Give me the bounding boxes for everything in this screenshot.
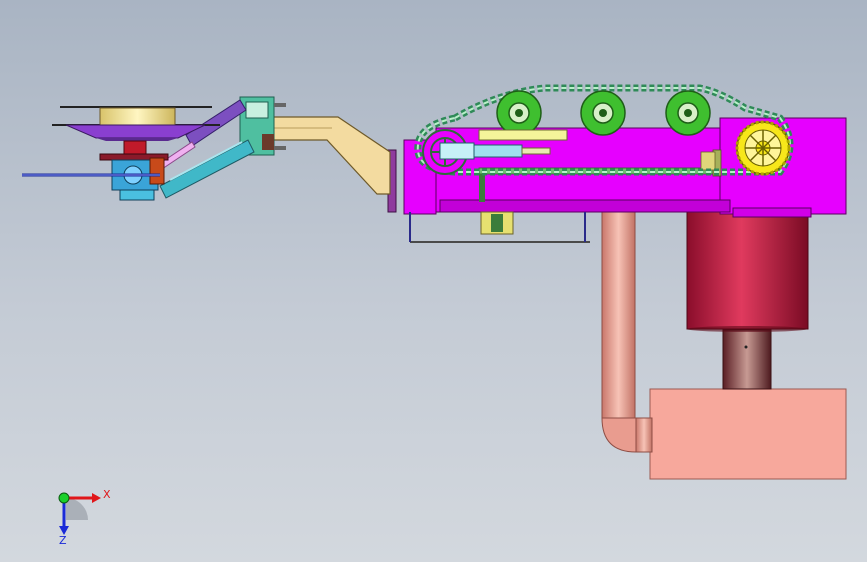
roller-wheel-3 <box>665 90 711 136</box>
motor-shaft <box>722 329 772 390</box>
motor-box <box>649 388 847 480</box>
track-rollers <box>496 90 711 136</box>
base-rail <box>409 211 590 243</box>
z-axis-label: Z <box>59 534 67 547</box>
axis-triad: X Z <box>58 488 111 547</box>
lower-cylinder <box>159 139 255 199</box>
motor-assembly <box>649 210 847 480</box>
cad-model-drawing: X Z <box>22 84 847 547</box>
cad-viewport[interactable]: X Z <box>0 0 867 562</box>
roller-wheel-1 <box>496 90 542 136</box>
drive-sprocket <box>735 120 791 176</box>
x-axis-label: X <box>103 488 111 501</box>
vertical-pipe <box>601 209 653 453</box>
connecting-arm <box>271 116 391 195</box>
red-cylinder <box>686 210 809 330</box>
rotary-table <box>22 106 220 201</box>
roller-wheel-2 <box>580 90 626 136</box>
y-axis-dot <box>58 492 70 504</box>
